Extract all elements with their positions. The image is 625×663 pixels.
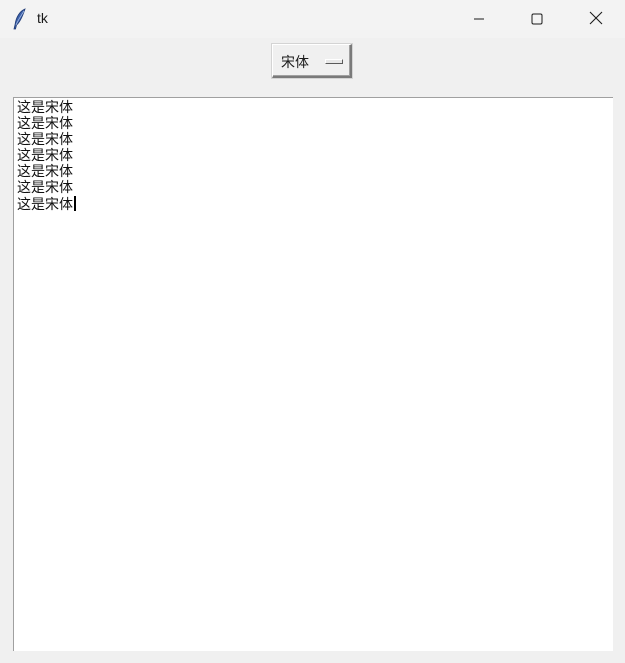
toolbar: 宋体 [0,38,625,96]
maximize-button[interactable] [508,0,566,38]
text-line: 这是宋体 [17,100,73,116]
text-cursor [74,196,76,211]
feather-icon [12,8,28,30]
text-line: 这是宋体 [17,180,73,196]
text-content: 这是宋体 这是宋体 这是宋体 这是宋体 这是宋体 这是宋体 这是宋体 [17,100,76,213]
close-icon [589,10,603,29]
window-bottom-edge [0,651,625,663]
text-line-last: 这是宋体 [17,196,76,213]
font-option-menu[interactable]: 宋体 [272,44,352,78]
text-line: 这是宋体 [17,164,73,180]
minimize-button[interactable] [450,0,508,38]
text-editor[interactable]: 这是宋体 这是宋体 这是宋体 这是宋体 这是宋体 这是宋体 这是宋体 [13,97,613,651]
app-window: tk 宋体 这是宋体 这是宋体 这是宋体 这是宋体 这是宋体 这是宋体 这是宋体 [0,0,625,663]
text-line: 这是宋体 [17,116,73,132]
option-menu-indicator-icon [325,59,343,64]
text-line-last-content: 这是宋体 [17,197,73,213]
title-bar[interactable]: tk [0,0,625,38]
maximize-icon [531,10,543,29]
text-line: 这是宋体 [17,132,73,148]
text-line: 这是宋体 [17,148,73,164]
window-title: tk [37,10,48,26]
close-button[interactable] [567,0,625,38]
minimize-icon [473,10,485,29]
font-option-label: 宋体 [281,55,309,71]
